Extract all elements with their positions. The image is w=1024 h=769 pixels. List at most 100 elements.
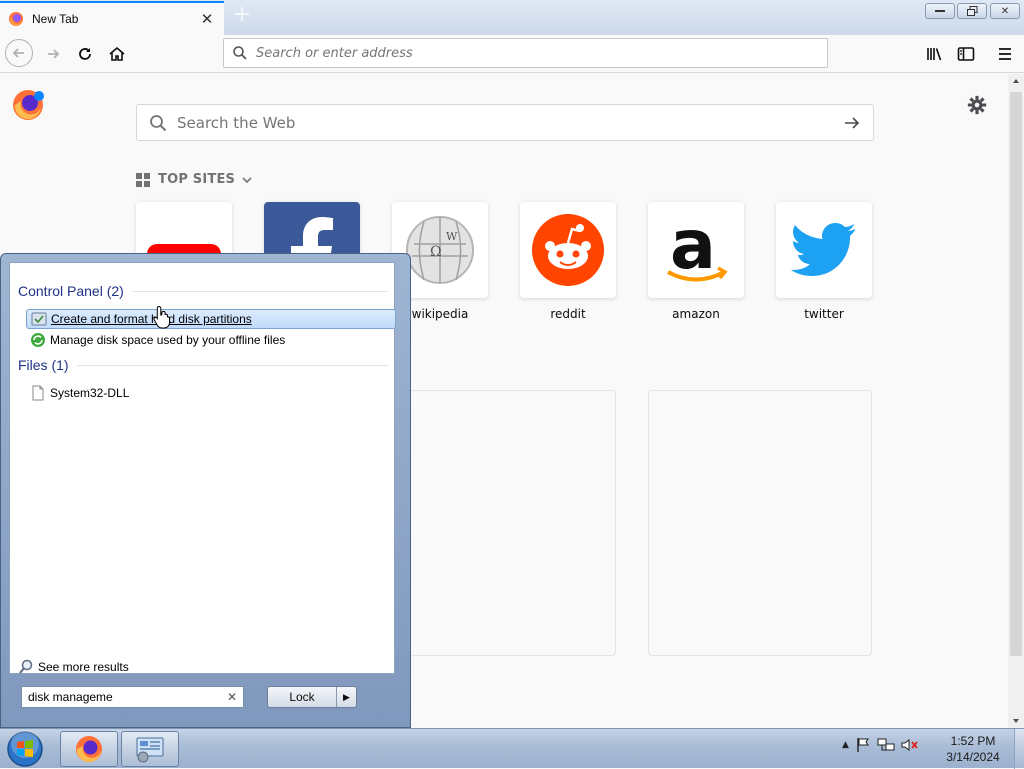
show-desktop-button[interactable]	[1014, 729, 1024, 769]
firefox-logo-icon	[13, 90, 44, 120]
tab-close-icon[interactable]: ✕	[198, 10, 216, 28]
network-icon[interactable]	[877, 737, 895, 753]
see-more-label: See more results	[38, 660, 129, 674]
system-tray: ▲	[842, 737, 919, 753]
web-search-input[interactable]	[175, 112, 843, 133]
start-menu: Control Panel (2) Create and format hard…	[0, 253, 411, 728]
start-menu-search-results: Control Panel (2) Create and format hard…	[9, 262, 396, 675]
result-label: System32-DLL	[50, 386, 130, 400]
site-label: reddit	[550, 307, 586, 321]
twitter-logo-icon	[791, 223, 855, 276]
sync-center-icon	[31, 333, 45, 347]
system-clock[interactable]: 1:52 PM 3/14/2024	[936, 733, 1010, 765]
clear-search-icon[interactable]: ✕	[225, 690, 239, 704]
result-create-format-partitions[interactable]: Create and format hard disk partitions	[26, 309, 396, 329]
sidebar-icon	[957, 47, 975, 61]
chevron-down-icon	[242, 176, 252, 183]
web-search-box[interactable]	[136, 104, 874, 141]
restore-button[interactable]	[957, 3, 987, 19]
windows-start-orb-icon[interactable]	[5, 730, 45, 768]
control-panel-icon	[136, 737, 164, 763]
hand-cursor-icon	[153, 305, 170, 329]
restore-icon	[966, 6, 977, 16]
forward-arrow-icon	[48, 49, 60, 59]
address-bar[interactable]	[223, 38, 828, 68]
home-icon	[109, 46, 125, 61]
close-icon: ✕	[1000, 5, 1010, 17]
magnifier-icon	[19, 659, 33, 674]
top-sites-header[interactable]: TOP SITES	[136, 172, 253, 187]
close-window-button[interactable]: ✕	[990, 3, 1020, 19]
gear-icon[interactable]	[966, 94, 988, 116]
group-header-control-panel[interactable]: Control Panel (2)	[18, 283, 388, 299]
site-tile	[776, 202, 872, 298]
disk-management-icon	[31, 312, 47, 326]
clock-time: 1:52 PM	[950, 734, 996, 748]
minimize-icon	[935, 10, 945, 12]
minimize-button[interactable]	[925, 3, 955, 19]
scroll-up-arrow-icon[interactable]	[1008, 74, 1024, 88]
title-bar: New Tab ✕ + ✕	[0, 0, 1024, 35]
taskbar: ▲ 1:52 PM 3/14/2024	[0, 728, 1024, 769]
power-options-arrow-icon[interactable]: ▶	[336, 687, 356, 707]
site-label: amazon	[672, 307, 720, 321]
svg-text:W: W	[446, 230, 458, 243]
top-site-twitter[interactable]: twitter	[776, 202, 872, 321]
reddit-logo-icon	[532, 214, 604, 286]
file-icon	[32, 385, 44, 401]
taskbar-firefox-button[interactable]	[60, 731, 118, 767]
tab-new-tab[interactable]: New Tab ✕	[0, 1, 224, 35]
empty-highlight-card	[648, 390, 872, 656]
clock-date: 3/14/2024	[946, 750, 1000, 764]
home-button[interactable]	[104, 41, 130, 67]
menu-button[interactable]	[992, 41, 1018, 67]
site-tile	[520, 202, 616, 298]
show-hidden-icons-icon[interactable]: ▲	[842, 740, 849, 750]
new-tab-button[interactable]: +	[230, 4, 254, 28]
amazon-logo-icon: a	[667, 210, 728, 285]
result-label: Manage disk space used by your offline f…	[50, 333, 286, 347]
group-title: Files (1)	[18, 357, 69, 373]
divider	[131, 290, 388, 292]
hamburger-menu-icon	[999, 48, 1011, 60]
divider	[76, 364, 388, 366]
site-label: twitter	[804, 307, 844, 321]
start-search-input[interactable]	[26, 689, 225, 705]
taskbar-control-panel-button[interactable]	[121, 731, 179, 767]
back-button[interactable]	[5, 39, 33, 67]
navigation-toolbar	[0, 35, 1024, 73]
search-icon	[150, 114, 167, 131]
result-system32-dll[interactable]: System32-DLL	[26, 383, 396, 403]
group-title: Control Panel (2)	[18, 283, 124, 299]
wikipedia-logo-icon: Ω W	[406, 216, 474, 284]
scroll-down-arrow-icon[interactable]	[1008, 714, 1024, 728]
top-site-amazon[interactable]: a amazon	[648, 202, 744, 321]
group-header-files[interactable]: Files (1)	[18, 357, 388, 373]
volume-muted-icon[interactable]	[901, 737, 919, 753]
sidebar-button[interactable]	[953, 41, 979, 67]
library-button[interactable]	[922, 41, 948, 67]
address-input[interactable]	[254, 44, 827, 62]
start-search-box[interactable]: ✕	[21, 686, 244, 708]
svg-text:Ω: Ω	[430, 244, 442, 260]
see-more-results-link[interactable]: See more results	[18, 659, 129, 675]
lock-button-group: Lock ▶	[267, 686, 357, 708]
reload-button[interactable]	[72, 41, 98, 67]
svg-text:a: a	[670, 210, 716, 285]
scrollbar-thumb[interactable]	[1010, 92, 1022, 656]
firefox-icon	[9, 12, 23, 26]
library-icon	[927, 48, 942, 61]
lock-button[interactable]: Lock	[268, 687, 336, 707]
firefox-icon	[76, 736, 102, 763]
search-icon	[233, 46, 247, 60]
action-center-flag-icon[interactable]	[855, 737, 871, 753]
grid-icon	[136, 172, 150, 187]
page-scrollbar[interactable]	[1008, 74, 1024, 728]
arrow-right-icon[interactable]	[843, 114, 861, 132]
forward-button[interactable]	[40, 41, 66, 67]
tab-title: New Tab	[32, 12, 79, 26]
top-sites-label: TOP SITES	[158, 172, 236, 187]
top-site-reddit[interactable]: reddit	[520, 202, 616, 321]
result-manage-offline-files[interactable]: Manage disk space used by your offline f…	[26, 330, 396, 350]
empty-highlight-card	[392, 390, 616, 656]
